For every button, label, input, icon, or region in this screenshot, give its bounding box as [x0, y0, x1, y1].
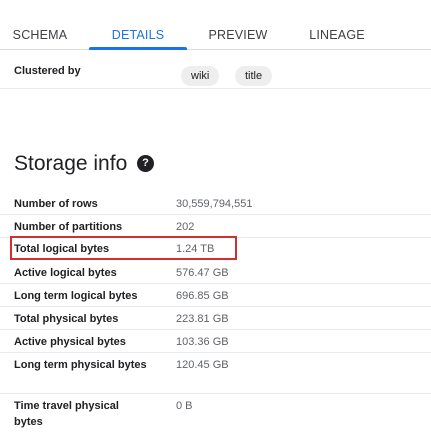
label-number-of-partitions: Number of partitions	[14, 221, 123, 233]
value-long-term-physical-bytes: 120.45 GB	[176, 359, 229, 371]
value-number-of-partitions: 202	[176, 221, 195, 233]
label-time-travel-physical-bytes: Time travel physical bytes	[14, 400, 119, 428]
divider	[0, 214, 431, 215]
value-active-physical-bytes: 103.36 GB	[176, 336, 229, 348]
value-active-logical-bytes: 576.47 GB	[176, 267, 229, 279]
tab-bar: SCHEMA DETAILS PREVIEW LINEAGE	[0, 0, 431, 50]
clustered-by-label: Clustered by	[14, 65, 81, 77]
section-title: Storage info	[14, 152, 128, 175]
label-active-logical-bytes: Active logical bytes	[14, 267, 117, 279]
value-number-of-rows: 30,559,794,551	[176, 198, 253, 210]
tab-details[interactable]: DETAILS	[112, 28, 165, 42]
cluster-chip-wiki: wiki	[181, 66, 220, 86]
value-long-term-logical-bytes: 696.85 GB	[176, 290, 229, 302]
active-tab-indicator	[89, 47, 187, 50]
divider	[0, 352, 431, 353]
highlight-box	[10, 236, 237, 260]
label-long-term-physical-bytes: Long term physical bytes	[14, 359, 147, 371]
tab-preview[interactable]: PREVIEW	[208, 28, 267, 42]
divider	[0, 393, 431, 394]
divider	[0, 283, 431, 284]
help-icon[interactable]: ?	[137, 155, 154, 172]
label-number-of-rows: Number of rows	[14, 198, 98, 210]
tab-schema[interactable]: SCHEMA	[13, 28, 68, 42]
divider	[0, 306, 431, 307]
divider	[0, 88, 431, 89]
value-time-travel-physical-bytes: 0 B	[176, 400, 193, 412]
label-total-physical-bytes: Total physical bytes	[14, 313, 119, 325]
tab-lineage[interactable]: LINEAGE	[309, 28, 365, 42]
cluster-chip-title: title	[235, 66, 273, 86]
value-total-physical-bytes: 223.81 GB	[176, 313, 229, 325]
label-active-physical-bytes: Active physical bytes	[14, 336, 126, 348]
divider	[0, 329, 431, 330]
label-long-term-logical-bytes: Long term logical bytes	[14, 290, 138, 302]
